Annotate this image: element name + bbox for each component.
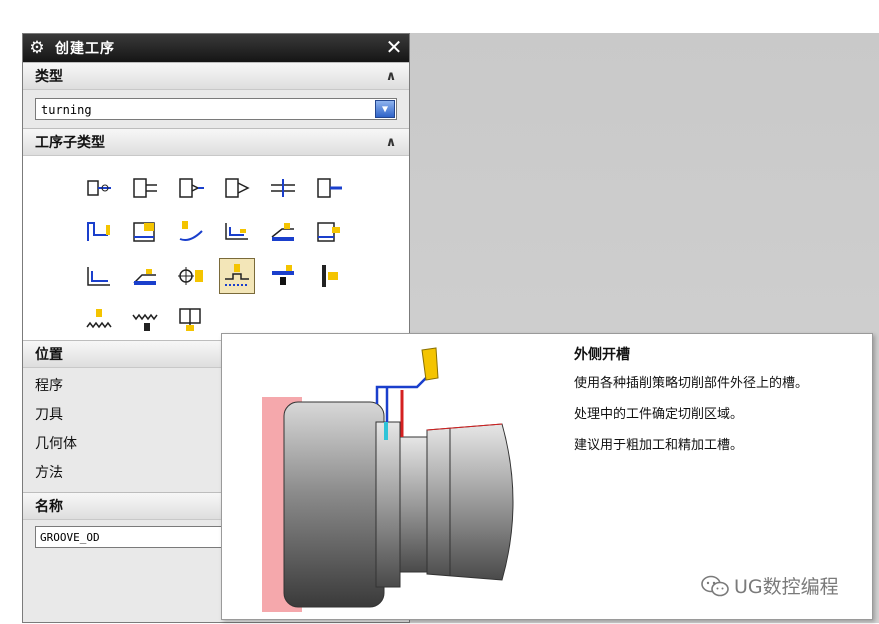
thread-id-icon[interactable] [127, 302, 163, 338]
operation-tooltip: 外侧开槽 使用各种插削策略切削部件外径上的槽。 处理中的工件确定切削区域。 建议… [221, 333, 873, 620]
watermark-text: UG数控编程 [734, 576, 839, 598]
type-section-header[interactable]: 类型 ∧ [23, 62, 409, 90]
grooving-tool [421, 347, 439, 381]
name-section-label: 名称 [35, 499, 63, 515]
tooltip-line-2: 处理中的工件确定切削区域。 [574, 407, 744, 422]
type-select[interactable]: turning ▼ [35, 98, 397, 120]
teach-mode-icon[interactable] [127, 258, 163, 294]
centerline-drilling-icon[interactable] [127, 170, 163, 206]
centerline-breakchip-icon[interactable] [219, 170, 255, 206]
finish-bore-id-icon[interactable] [311, 214, 347, 250]
operation-subtype-grid [23, 156, 409, 340]
tooltip-line-3: 建议用于粗加工和精加工槽。 [574, 438, 744, 453]
gear-icon[interactable]: ⚙ [25, 38, 49, 58]
facing-operation-icon[interactable] [81, 170, 117, 206]
chevron-down-icon[interactable]: ▼ [375, 100, 395, 118]
centerline-peck-drill-icon[interactable] [173, 170, 209, 206]
thread-od-icon[interactable] [81, 302, 117, 338]
subtype-section-header[interactable]: 工序子类型 ∧ [23, 128, 409, 156]
rough-bore-id-icon[interactable] [219, 214, 255, 250]
centerline-spotdrill-icon[interactable] [173, 258, 209, 294]
rough-back-turn-icon[interactable] [173, 214, 209, 250]
groove-od-illustration [262, 347, 514, 612]
groove-face-icon[interactable] [311, 258, 347, 294]
finish-turn-od-icon[interactable] [265, 214, 301, 250]
type-section-label: 类型 [35, 69, 63, 85]
workpiece [426, 423, 514, 581]
dialog-titlebar: ⚙ 创建工序 ✕ [23, 34, 409, 62]
collapse-subtype-icon[interactable]: ∧ [381, 135, 401, 150]
dialog-title: 创建工序 [55, 41, 115, 57]
toolpath [375, 371, 433, 404]
groove-id-icon[interactable] [265, 258, 301, 294]
watermark: UG数控编程 [700, 572, 839, 599]
type-select-value: turning [41, 103, 92, 117]
rough-turn-od-icon[interactable] [127, 214, 163, 250]
centerline-tapping-icon[interactable] [311, 170, 347, 206]
face-roughing-icon[interactable] [81, 214, 117, 250]
groove-od-icon[interactable] [219, 258, 255, 294]
wechat-icon [701, 575, 729, 596]
tooltip-line-1: 使用各种插削策略切削部件外径上的槽。 [574, 376, 809, 391]
location-section-label: 位置 [35, 347, 63, 363]
part-off-icon[interactable] [173, 302, 209, 338]
finish-back-bore-icon[interactable] [81, 258, 117, 294]
subtype-section-label: 工序子类型 [35, 135, 105, 151]
centerline-reaming-icon[interactable] [265, 170, 301, 206]
tooltip-title: 外侧开槽 [574, 347, 630, 363]
close-icon[interactable]: ✕ [383, 36, 405, 58]
chuck-cylinder [283, 401, 385, 608]
collapse-type-icon[interactable]: ∧ [381, 69, 401, 84]
